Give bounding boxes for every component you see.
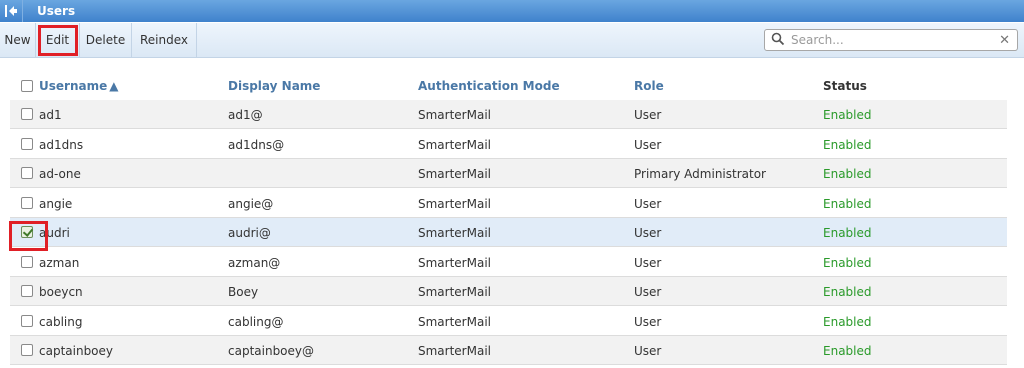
cell-username: audri — [39, 226, 70, 240]
cell-status: Enabled — [823, 285, 872, 299]
cell-authentication-mode: SmarterMail — [418, 344, 491, 358]
table-row[interactable]: azman azman@ SmarterMail User Enabled — [10, 248, 1007, 277]
column-header-authentication-mode[interactable]: Authentication Mode — [418, 79, 560, 93]
reindex-button[interactable]: Reindex — [132, 23, 197, 57]
users-table: Username ▲ Display Name Authentication Mo… — [10, 72, 1007, 365]
row-checkbox[interactable] — [21, 344, 33, 356]
row-checkbox[interactable] — [21, 196, 33, 209]
cell-username: ad1 — [39, 108, 62, 122]
search-box[interactable]: ✕ — [764, 29, 1018, 51]
cell-role: User — [634, 344, 662, 358]
window-title: Users — [37, 4, 76, 18]
row-checkbox[interactable] — [21, 137, 33, 150]
cell-authentication-mode: SmarterMail — [418, 285, 491, 299]
cell-display-name: captainboey@ — [228, 344, 315, 358]
table-row[interactable]: captainboey captainboey@ SmarterMail User En… — [10, 336, 1007, 365]
cell-display-name: angie@ — [228, 196, 274, 211]
table-header: Username ▲ Display Name Authentication Mo… — [10, 72, 1007, 100]
row-checkbox[interactable] — [21, 285, 33, 297]
cell-display-name: Boey — [228, 285, 259, 299]
cell-username: cabling — [39, 314, 83, 329]
table-row[interactable]: ad1 ad1@ SmarterMail User Enabled — [10, 100, 1007, 129]
select-all-checkbox[interactable] — [21, 80, 33, 92]
table-row[interactable]: angie angie@ SmarterMail User Enabled — [10, 189, 1007, 218]
cell-username: boeycn — [39, 285, 83, 299]
cell-authentication-mode: SmarterMail — [418, 108, 491, 122]
title-bar: Users — [0, 0, 1024, 22]
cell-role: User — [634, 137, 662, 152]
clear-icon[interactable]: ✕ — [999, 33, 1010, 48]
cell-role: User — [634, 255, 662, 270]
cell-status: Enabled — [823, 196, 872, 211]
cell-authentication-mode: SmarterMail — [418, 167, 491, 181]
cell-display-name: ad1dns@ — [228, 137, 285, 152]
cell-username: ad1dns — [39, 137, 84, 152]
cell-username: azman — [39, 255, 80, 270]
cell-status: Enabled — [823, 314, 872, 329]
cell-username: angie — [39, 196, 73, 211]
cell-display-name: ad1@ — [228, 108, 263, 122]
column-header-display-name[interactable]: Display Name — [228, 79, 320, 93]
row-checkbox[interactable] — [21, 226, 33, 238]
delete-button[interactable]: Delete — [80, 23, 132, 57]
table-row[interactable]: audri audri@ SmarterMail User Enabled — [10, 218, 1007, 247]
cell-role: User — [634, 314, 662, 329]
cell-role: User — [634, 226, 662, 240]
cell-authentication-mode: SmarterMail — [418, 196, 491, 211]
column-header-username[interactable]: Username ▲ — [39, 79, 118, 93]
sort-ascending-icon: ▲ — [109, 79, 119, 93]
cell-authentication-mode: SmarterMail — [418, 314, 491, 329]
cell-authentication-mode: SmarterMail — [418, 255, 491, 270]
cell-username: ad-one — [39, 167, 81, 181]
search-icon — [771, 32, 785, 49]
cell-role: User — [634, 108, 662, 122]
cell-username: captainboey — [39, 344, 114, 358]
new-button[interactable]: New — [0, 23, 36, 57]
edit-button[interactable]: Edit — [36, 23, 80, 57]
column-header-role[interactable]: Role — [634, 79, 664, 93]
table-row[interactable]: ad-one SmarterMail Primary Administrator En… — [10, 159, 1007, 188]
cell-status: Enabled — [823, 226, 872, 240]
table-row[interactable]: boeycn Boey SmarterMail User Enabled — [10, 277, 1007, 306]
table-row[interactable]: ad1dns ad1dns@ SmarterMail User Enabled — [10, 130, 1007, 159]
cell-status: Enabled — [823, 344, 872, 358]
cell-display-name: azman@ — [228, 255, 281, 270]
cell-role: User — [634, 285, 662, 299]
row-checkbox[interactable] — [21, 167, 33, 179]
cell-authentication-mode: SmarterMail — [418, 226, 491, 240]
cell-status: Enabled — [823, 108, 872, 122]
cell-role: Primary Administrator — [634, 167, 766, 181]
cell-display-name: audri@ — [228, 226, 271, 240]
collapse-left-icon[interactable] — [0, 0, 23, 22]
row-checkbox[interactable] — [21, 108, 33, 120]
search-input[interactable] — [789, 30, 993, 50]
cell-role: User — [634, 196, 662, 211]
cell-authentication-mode: SmarterMail — [418, 137, 491, 152]
column-header-status[interactable]: Status — [823, 79, 867, 93]
cell-status: Enabled — [823, 255, 872, 270]
cell-status: Enabled — [823, 137, 872, 152]
row-checkbox[interactable] — [21, 255, 33, 268]
row-checkbox[interactable] — [21, 314, 33, 327]
cell-display-name: cabling@ — [228, 314, 284, 329]
table-row[interactable]: cabling cabling@ SmarterMail User Enabled — [10, 307, 1007, 336]
cell-status: Enabled — [823, 167, 872, 181]
